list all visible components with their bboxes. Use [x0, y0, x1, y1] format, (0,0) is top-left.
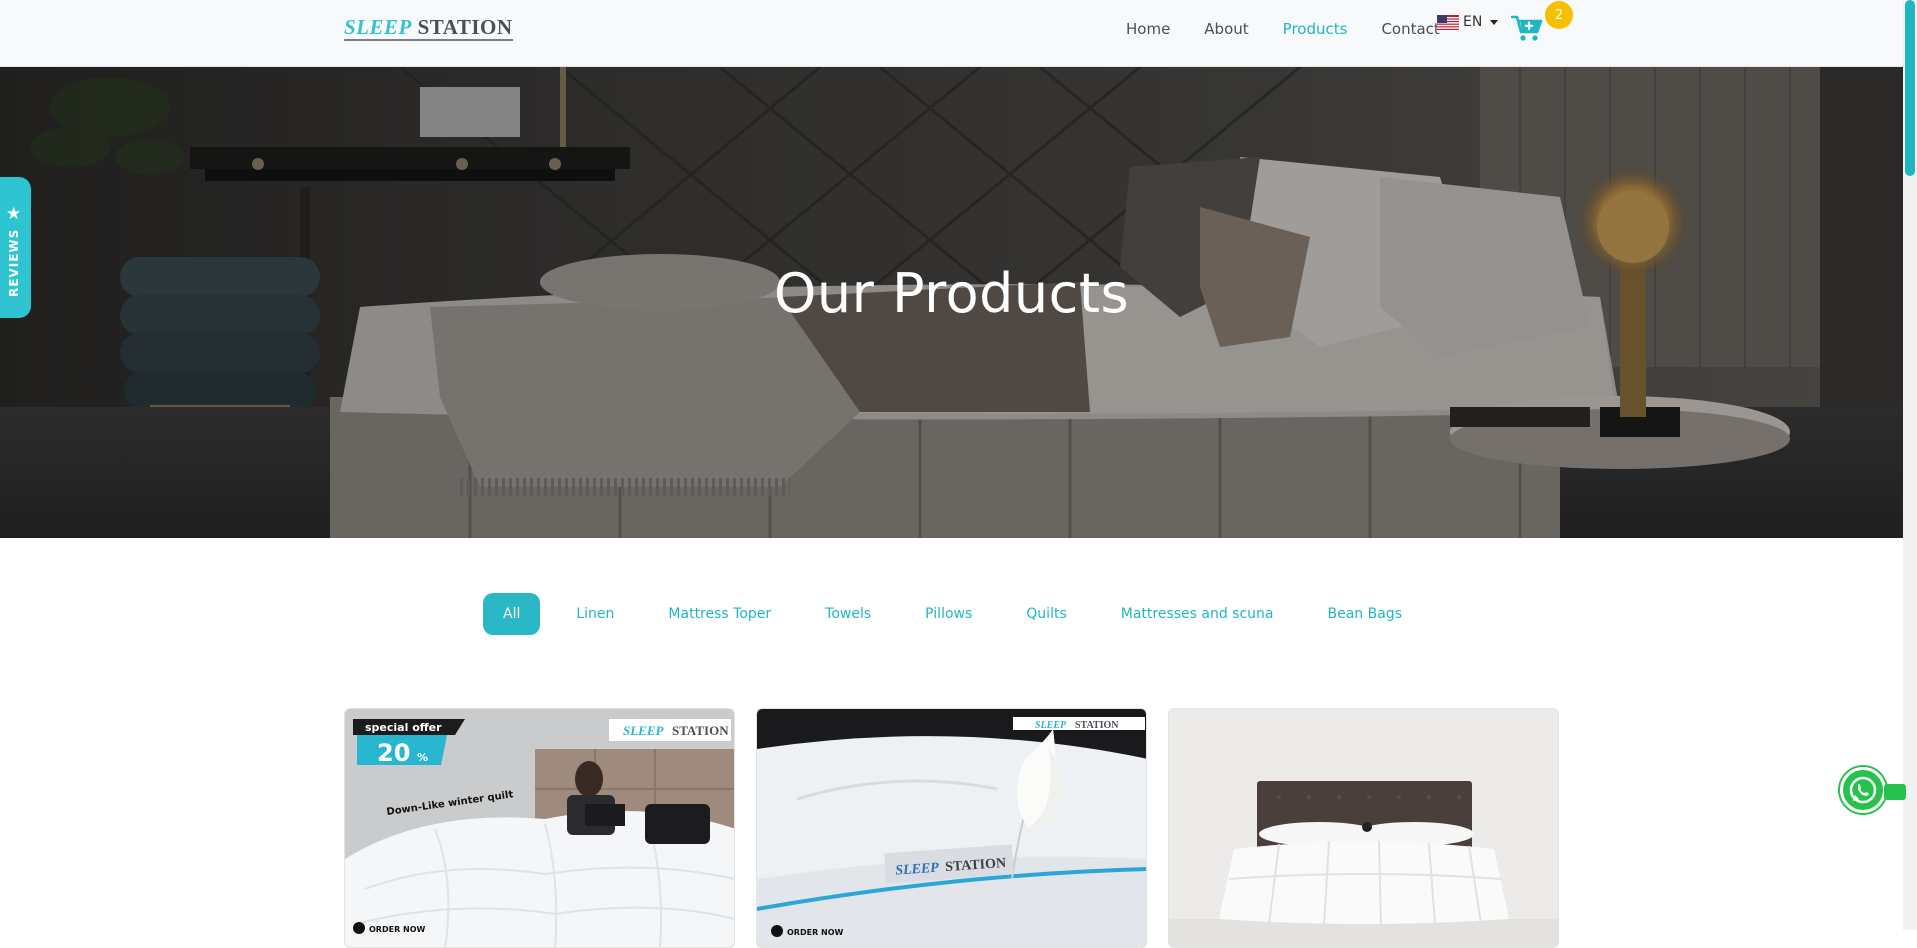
- us-flag-icon: [1437, 14, 1459, 30]
- product-card[interactable]: SLEEP STATION SLEEP STATION ORDER NOW: [756, 708, 1147, 948]
- language-selector[interactable]: EN: [1437, 14, 1499, 30]
- site-header: SLEEP STATION Home About Products Contac…: [0, 0, 1903, 67]
- scrollbar-thumb[interactable]: [1905, 0, 1915, 176]
- order-now-label: ORDER NOW: [787, 928, 844, 937]
- page-title: Our Products: [773, 262, 1130, 325]
- site-logo[interactable]: SLEEP STATION: [344, 16, 513, 41]
- brand-part2: STATION: [1075, 720, 1119, 731]
- brand-part1: SLEEP: [1035, 720, 1067, 731]
- cart-count-badge: 2: [1545, 1, 1573, 29]
- filter-linen[interactable]: Linen: [558, 593, 632, 635]
- whatsapp-chat-tab[interactable]: [1884, 784, 1906, 800]
- brand-part2: STATION: [672, 723, 729, 738]
- offer-unit: %: [417, 751, 428, 764]
- filter-mattresses-and-scuna[interactable]: Mattresses and scuna: [1103, 593, 1292, 635]
- star-icon: ★: [6, 204, 22, 224]
- whatsapp-icon: [1849, 776, 1877, 804]
- offer-label: special offer: [365, 721, 442, 734]
- filter-bean-bags[interactable]: Bean Bags: [1310, 593, 1420, 635]
- product-image-pillow: SLEEP STATION SLEEP STATION ORDER NOW: [757, 709, 1146, 947]
- offer-value: 20: [377, 739, 410, 767]
- label-part1: SLEEP: [895, 861, 940, 879]
- filter-mattress-toper[interactable]: Mattress Toper: [650, 593, 789, 635]
- hero-banner: Our Products: [0, 67, 1903, 538]
- product-image-quilt: special offer 20 % SLEEP STATION Down-Li…: [345, 709, 734, 947]
- reviews-tab[interactable]: ★ REVIEWS: [0, 177, 31, 318]
- chevron-down-icon: [1490, 19, 1499, 25]
- nav-contact[interactable]: Contact: [1381, 18, 1439, 40]
- reviews-label: REVIEWS: [7, 228, 21, 297]
- cart-icon[interactable]: [1511, 13, 1543, 43]
- filter-pillows[interactable]: Pillows: [907, 593, 990, 635]
- filter-all[interactable]: All: [483, 593, 541, 635]
- product-image-bed: [1169, 709, 1558, 947]
- product-card[interactable]: special offer 20 % SLEEP STATION Down-Li…: [344, 708, 735, 948]
- product-card[interactable]: [1168, 708, 1559, 948]
- language-label: EN: [1463, 14, 1483, 30]
- filter-quilts[interactable]: Quilts: [1008, 593, 1084, 635]
- nav-products[interactable]: Products: [1283, 18, 1348, 40]
- main-nav: Home About Products Contact: [1126, 18, 1474, 40]
- nav-about[interactable]: About: [1204, 18, 1248, 40]
- nav-home[interactable]: Home: [1126, 18, 1170, 40]
- brand-part1: SLEEP: [623, 723, 665, 738]
- filter-towels[interactable]: Towels: [807, 593, 889, 635]
- category-filters: All Linen Mattress Toper Towels Pillows …: [0, 593, 1903, 635]
- whatsapp-button[interactable]: [1840, 767, 1886, 813]
